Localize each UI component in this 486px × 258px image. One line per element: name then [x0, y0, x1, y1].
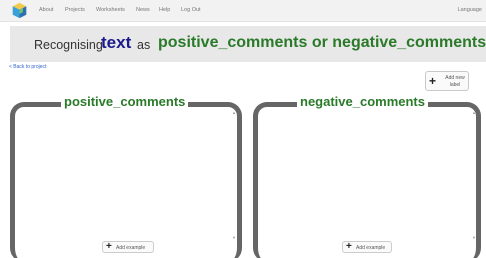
nav-log-out[interactable]: Log Out	[181, 7, 201, 13]
title-labels: positive_comments or negative_comments	[158, 34, 486, 51]
language-menu[interactable]: Language	[458, 7, 482, 13]
label-panel-negative	[253, 102, 481, 258]
plus-icon: +	[346, 241, 352, 252]
nav-help[interactable]: Help	[159, 7, 170, 13]
title-type: text	[101, 33, 132, 52]
title-middle: as	[137, 38, 151, 52]
back-to-project-link[interactable]: < Back to project	[9, 64, 46, 70]
scroll-up-icon[interactable]: ▲	[232, 110, 236, 115]
add-new-label-button[interactable]: + Add new label	[425, 71, 469, 91]
scrollbar-positive[interactable]: ▲ ▼	[232, 110, 236, 240]
logo-icon[interactable]	[11, 2, 28, 19]
nav-about[interactable]: About	[39, 7, 53, 13]
panel-title-negative: negative_comments	[297, 95, 428, 109]
scrollbar-negative[interactable]: ▲ ▼	[472, 110, 476, 240]
label-panel-positive	[10, 102, 242, 258]
panel-title-positive: positive_comments	[61, 95, 189, 109]
add-example-button-positive[interactable]: + Add example	[102, 241, 154, 253]
scroll-down-icon[interactable]: ▼	[472, 235, 476, 240]
nav-worksheets[interactable]: Worksheets	[96, 7, 125, 13]
page-title-banner: Recognising text as positive_comments or…	[10, 26, 486, 62]
plus-icon: +	[106, 241, 112, 252]
add-example-label: Add example	[356, 245, 386, 251]
add-label-line2: label	[449, 81, 461, 88]
nav-projects[interactable]: Projects	[65, 7, 85, 13]
add-example-label: Add example	[116, 245, 146, 251]
title-prefix: Recognising	[34, 38, 103, 52]
add-example-button-negative[interactable]: + Add example	[342, 241, 392, 253]
scroll-down-icon[interactable]: ▼	[232, 235, 236, 240]
nav-news[interactable]: News	[136, 7, 150, 13]
top-navbar: About Projects Worksheets News Help Log …	[0, 0, 486, 22]
plus-icon: +	[429, 74, 437, 88]
add-label-line1: Add new	[445, 75, 465, 81]
scroll-up-icon[interactable]: ▲	[472, 110, 476, 115]
